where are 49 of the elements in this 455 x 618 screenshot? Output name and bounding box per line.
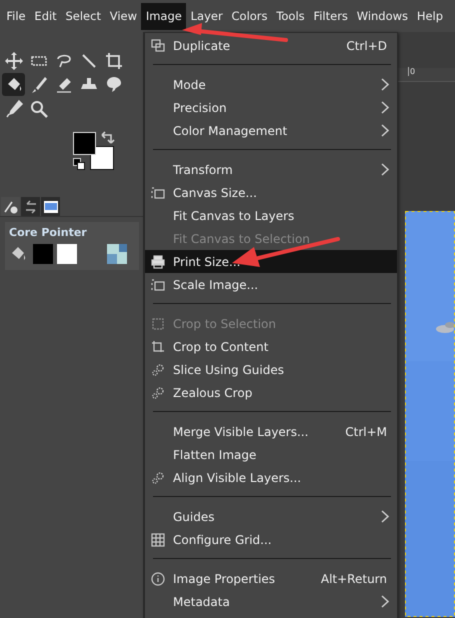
menu-item[interactable]: Layer — [186, 6, 228, 26]
tool-options-tab[interactable] — [1, 197, 20, 216]
shortcut-label: Ctrl+M — [345, 424, 387, 438]
background-swatch — [57, 244, 77, 264]
menu-item[interactable]: Mode — [145, 73, 397, 96]
menu-item[interactable]: Align Visible Layers... — [145, 466, 397, 489]
menu-item[interactable]: Configure Grid... — [145, 528, 397, 551]
crop-icon — [151, 340, 165, 354]
menu-item[interactable]: Windows — [352, 6, 412, 26]
menu-item[interactable]: Duplicate Ctrl+D — [145, 34, 397, 57]
menu-item[interactable]: Precision — [145, 96, 397, 119]
menu-item[interactable]: Slice Using Guides — [145, 358, 397, 381]
menu-item[interactable]: Merge Visible Layers... Ctrl+M — [145, 420, 397, 443]
menu-item[interactable]: Canvas Size... — [145, 181, 397, 204]
images-tab[interactable] — [41, 197, 60, 216]
shortcut-label: Alt+Return — [320, 572, 387, 586]
menu-item[interactable]: Image — [141, 2, 186, 30]
menu-item[interactable]: View — [105, 6, 142, 26]
ruler-label: 0 — [408, 67, 416, 76]
grid-icon — [151, 532, 165, 546]
device-name: Core Pointer — [9, 225, 88, 241]
menu-item[interactable]: Tools — [272, 6, 310, 26]
menu-item[interactable]: Help — [412, 6, 448, 26]
undo-history-tab[interactable] — [21, 197, 40, 216]
swap-icon[interactable] — [101, 131, 115, 145]
menu-item[interactable]: Flatten Image — [145, 443, 397, 466]
menu-item[interactable]: Metadata — [145, 590, 397, 613]
foreground-swatch — [33, 244, 53, 264]
menu-item[interactable]: Print Size... — [145, 250, 397, 273]
menu-item[interactable]: Filters — [309, 6, 352, 26]
menu-item[interactable]: Zealous Crop — [145, 381, 397, 404]
menu-item[interactable]: Color Management — [145, 119, 397, 142]
crop-icon — [151, 316, 165, 330]
menu-item[interactable]: Edit — [30, 6, 62, 26]
menu-item[interactable]: File — [2, 6, 30, 26]
bucket-icon[interactable] — [2, 73, 25, 96]
menu-item[interactable]: Guides — [145, 505, 397, 528]
menu-item[interactable]: Scale Image... — [145, 273, 397, 296]
menu-item[interactable]: Fit Canvas to Layers — [145, 204, 397, 227]
menu-item[interactable]: Select — [61, 6, 106, 26]
shortcut-label: Ctrl+D — [346, 38, 387, 52]
pattern-swatch — [107, 244, 127, 264]
info-icon — [151, 572, 165, 586]
printer-icon — [151, 254, 165, 268]
menu-item[interactable]: Transform — [145, 158, 397, 181]
menu-item[interactable]: Crop to Content — [145, 335, 397, 358]
color-swatches-icon[interactable] — [73, 132, 115, 170]
menu-item[interactable]: Colors — [227, 6, 272, 26]
menu-item[interactable]: Image Properties Alt+Return — [145, 567, 397, 590]
